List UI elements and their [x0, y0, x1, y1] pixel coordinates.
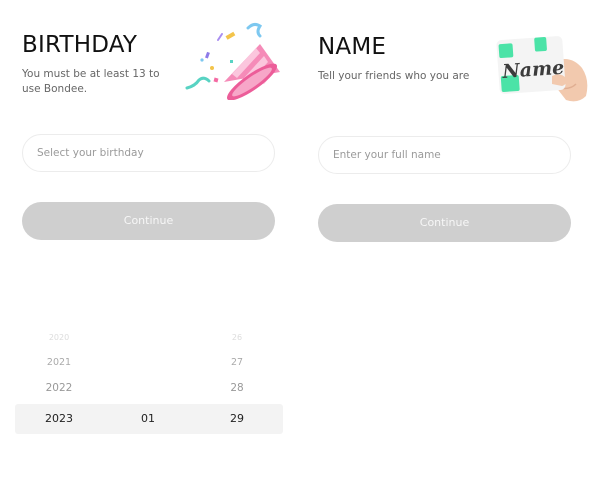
birthday-continue-button[interactable]: Continue	[22, 202, 275, 240]
name-field[interactable]	[318, 136, 571, 174]
full-name-input[interactable]	[319, 137, 570, 173]
name-screen: NAME Tell your friends who you are Name …	[297, 0, 599, 504]
picker-day-faint: 26	[231, 333, 243, 342]
picker-selected-month: 01	[141, 412, 155, 425]
birthday-screen: BIRTHDAY You must be at least 13 to use …	[0, 0, 297, 504]
picker-year: 2021	[46, 357, 72, 368]
picker-day: 28	[230, 382, 244, 394]
picker-selected-year: 2023	[45, 412, 73, 425]
picker-row[interactable]: 2021 27	[15, 357, 283, 373]
party-hat-icon	[185, 22, 280, 100]
picker-selected-day: 29	[230, 412, 244, 425]
picker-selected-row[interactable]: 2023 01 29	[15, 404, 283, 434]
birthday-title: BIRTHDAY	[22, 32, 138, 58]
picker-row-faint[interactable]: 2020 26	[15, 333, 283, 345]
name-subtitle: Tell your friends who you are	[318, 70, 470, 82]
name-continue-button[interactable]: Continue	[318, 204, 571, 242]
birthday-field[interactable]	[22, 134, 275, 172]
birthday-input[interactable]	[23, 135, 274, 171]
picker-row[interactable]: 2022 28	[15, 382, 283, 398]
picker-day: 27	[230, 357, 244, 368]
picker-year: 2022	[45, 382, 73, 394]
name-card-icon: Name	[496, 36, 588, 102]
birthday-subtitle: You must be at least 13 to use Bondee.	[22, 68, 160, 95]
picker-year-faint: 2020	[48, 333, 70, 342]
name-title: NAME	[318, 34, 387, 60]
